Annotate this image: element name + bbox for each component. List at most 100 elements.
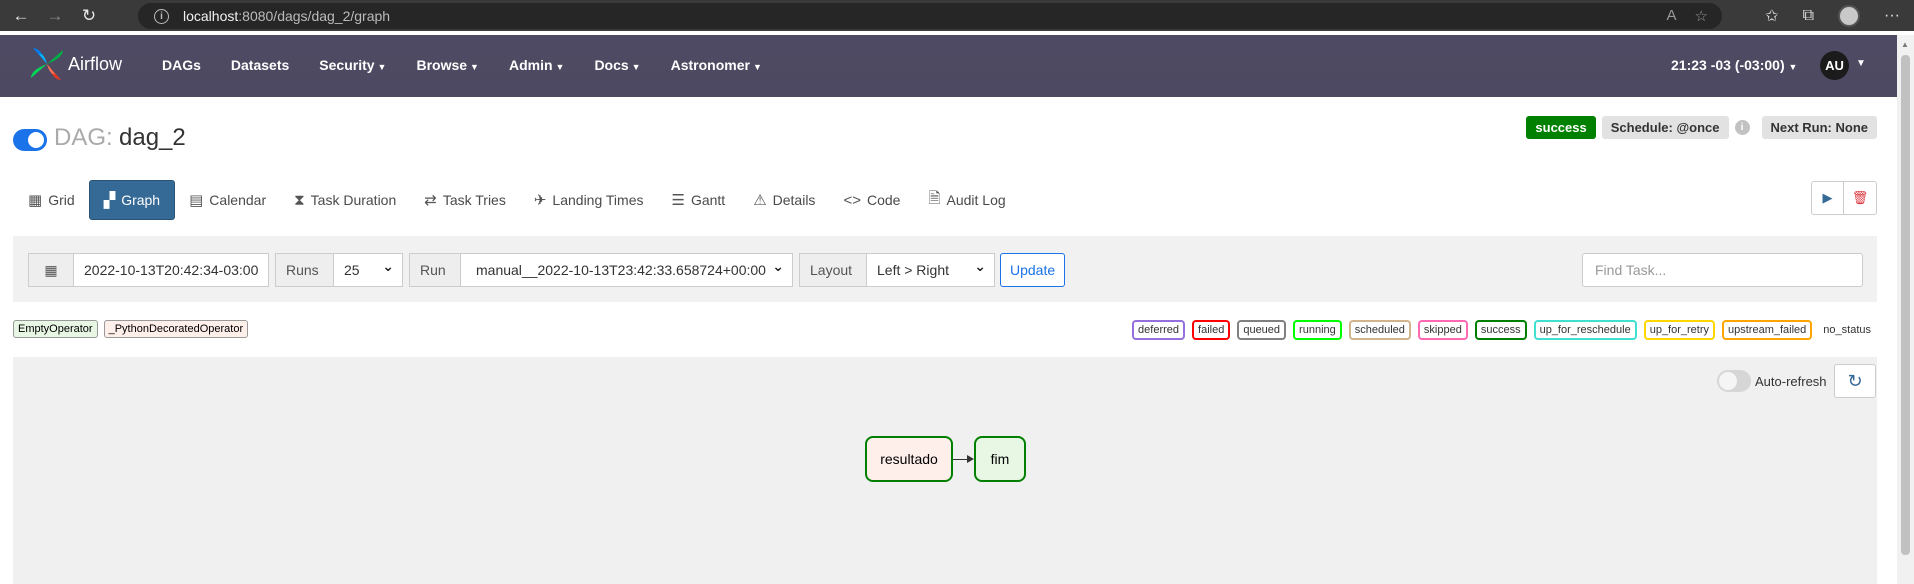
state-deferred[interactable]: deferred <box>1132 320 1186 340</box>
caret-down-icon: ▼ <box>1788 62 1798 72</box>
find-task-input[interactable]: Find Task... <box>1582 253 1863 287</box>
read-aloud-icon[interactable]: A <box>1667 7 1677 25</box>
collections-icon[interactable]: ⧉ <box>1803 7 1814 25</box>
caret-down-icon[interactable]: ▼ <box>1856 58 1866 69</box>
state-upstream-failed[interactable]: upstream_failed <box>1722 320 1813 340</box>
run-select[interactable]: manual__2022-10-13T23:42:33.658724+00:00 <box>460 253 793 287</box>
update-button[interactable]: Update <box>1000 253 1066 287</box>
browser-profile-avatar[interactable] <box>1838 4 1861 27</box>
delete-dag-button[interactable]: 🗑 <box>1844 181 1877 215</box>
state-up-for-reschedule[interactable]: up_for_reschedule <box>1533 320 1637 340</box>
graph-icon: ▞ <box>103 192 116 209</box>
state-running[interactable]: running <box>1293 320 1342 340</box>
airflow-logo-icon[interactable] <box>27 44 67 84</box>
code-icon: <> <box>843 191 861 209</box>
tab-audit-log[interactable]: 🗎 Audit Log <box>914 180 1019 220</box>
menu-dags-label: DAGs <box>162 57 201 73</box>
caret-down-icon: ▼ <box>631 62 641 72</box>
state-skipped[interactable]: skipped <box>1417 320 1468 340</box>
menu-admin[interactable]: Admin ▼ <box>509 57 564 73</box>
main-menu: DAGs Datasets Security ▼ Browse ▼ Admin ▼ D… <box>162 57 792 73</box>
refresh-button[interactable]: ↻ <box>1834 364 1876 398</box>
runs-select-value: 25 <box>344 262 360 278</box>
state-up-for-retry[interactable]: up_for_retry <box>1643 320 1716 340</box>
brand-name[interactable]: Airflow <box>68 54 122 75</box>
dag-label: DAG: <box>54 124 113 151</box>
user-avatar[interactable]: AU <box>1820 51 1849 80</box>
address-bar[interactable]: i localhost:8080/dags/dag_2/graph A ☆ <box>138 3 1722 29</box>
tab-graph-label: Graph <box>121 192 161 208</box>
run-select-value: manual__2022-10-13T23:42:33.658724+00:00 <box>476 262 766 278</box>
state-no-status[interactable]: no_status <box>1819 322 1875 338</box>
grid-icon: ▦ <box>28 192 43 209</box>
tab-gantt[interactable]: ☰ Gantt <box>657 180 739 220</box>
forward-icon[interactable]: → <box>38 0 72 31</box>
dag-pause-toggle[interactable] <box>13 129 47 151</box>
warning-triangle-icon: ⚠ <box>753 192 767 209</box>
timezone-clock[interactable]: 21:23 -03 (-03:00) ▼ <box>1671 57 1797 73</box>
operator-legend: EmptyOperator _PythonDecoratedOperator <box>13 320 249 338</box>
state-queued[interactable]: queued <box>1237 320 1287 340</box>
trash-icon: 🗑 <box>1851 190 1869 205</box>
layout-label: Layout <box>799 253 867 287</box>
caret-down-icon: ▼ <box>377 62 387 72</box>
calendar-icon: ▦ <box>44 261 58 278</box>
page-scrollbar[interactable]: ▲ <box>1897 35 1914 584</box>
back-icon[interactable]: ← <box>4 0 38 31</box>
base-date-input[interactable]: 2022-10-13T20:42:34-03:00 <box>73 253 269 287</box>
tab-landing-times[interactable]: ✈ Landing Times <box>520 180 658 220</box>
scroll-up-icon[interactable]: ▲ <box>1901 40 1909 49</box>
task-node-fim[interactable]: fim <box>974 436 1026 482</box>
dag-view-tabs: ▦ Grid ▞ Graph ▤ Calendar ⧗ Task Duration ⇄ T… <box>14 180 1020 220</box>
retry-icon: ⇄ <box>424 192 437 209</box>
tab-graph[interactable]: ▞ Graph <box>88 180 176 220</box>
gantt-icon: ☰ <box>671 192 685 209</box>
tab-task-duration[interactable]: ⧗ Task Duration <box>280 180 410 220</box>
state-legend: deferred failed queued running scheduled… <box>1132 320 1875 340</box>
menu-docs-label: Docs <box>594 57 629 73</box>
runs-label: Runs <box>275 253 334 287</box>
dag-actions: ▶ 🗑 <box>1811 181 1877 215</box>
scrollbar-thumb[interactable] <box>1901 55 1910 555</box>
menu-docs[interactable]: Docs ▼ <box>594 57 640 73</box>
tab-code[interactable]: <> Code <box>829 180 914 220</box>
base-date-calendar-button[interactable]: ▦ <box>28 253 74 287</box>
menu-browse[interactable]: Browse ▼ <box>416 57 479 73</box>
add-favorite-icon[interactable]: ☆ <box>1695 7 1708 25</box>
url-path: :8080/dags/dag_2/graph <box>238 8 391 24</box>
tab-calendar[interactable]: ▤ Calendar <box>175 180 280 220</box>
menu-admin-label: Admin <box>508 57 553 73</box>
menu-browse-label: Browse <box>416 57 468 73</box>
runs-select[interactable]: 25 <box>333 253 403 287</box>
tab-grid[interactable]: ▦ Grid <box>14 180 89 220</box>
auto-refresh-control[interactable]: Auto-refresh <box>1717 370 1827 392</box>
state-success[interactable]: success <box>1474 320 1527 340</box>
tab-details[interactable]: ⚠ Details <box>739 180 829 220</box>
site-info-icon[interactable]: i <box>154 8 169 24</box>
tab-calendar-label: Calendar <box>209 192 267 208</box>
auto-refresh-switch[interactable] <box>1717 370 1751 392</box>
favorites-icon[interactable]: ✩ <box>1765 6 1778 26</box>
browser-toolbar: ← → ↻ i localhost:8080/dags/dag_2/graph … <box>0 0 1914 31</box>
dag-badges: success Schedule: @once i Next Run: None <box>1526 116 1877 139</box>
run-label: Run <box>409 253 461 287</box>
plane-landing-icon: ✈ <box>533 192 547 209</box>
hourglass-icon: ⧗ <box>294 191 305 209</box>
browser-menu-icon[interactable]: ··· <box>1884 7 1900 25</box>
task-node-resultado[interactable]: resultado <box>865 436 953 482</box>
state-scheduled[interactable]: scheduled <box>1348 320 1411 340</box>
menu-datasets[interactable]: Datasets <box>231 57 289 73</box>
layout-select[interactable]: Left > Right <box>866 253 995 287</box>
trigger-dag-button[interactable]: ▶ <box>1811 181 1844 215</box>
state-failed[interactable]: failed <box>1192 320 1231 340</box>
airflow-navbar: Airflow DAGs Datasets Security ▼ Browse ▼ … <box>0 35 1897 97</box>
menu-security[interactable]: Security ▼ <box>319 57 386 73</box>
url-host: localhost <box>183 8 239 24</box>
info-icon[interactable]: i <box>1734 120 1750 135</box>
menu-dags[interactable]: DAGs <box>162 57 201 73</box>
tab-task-tries-label: Task Tries <box>442 192 506 208</box>
tab-audit-log-label: Audit Log <box>946 192 1006 208</box>
reload-icon[interactable]: ↻ <box>72 0 106 31</box>
tab-task-tries[interactable]: ⇄ Task Tries <box>410 180 520 220</box>
menu-astronomer[interactable]: Astronomer ▼ <box>671 57 762 73</box>
